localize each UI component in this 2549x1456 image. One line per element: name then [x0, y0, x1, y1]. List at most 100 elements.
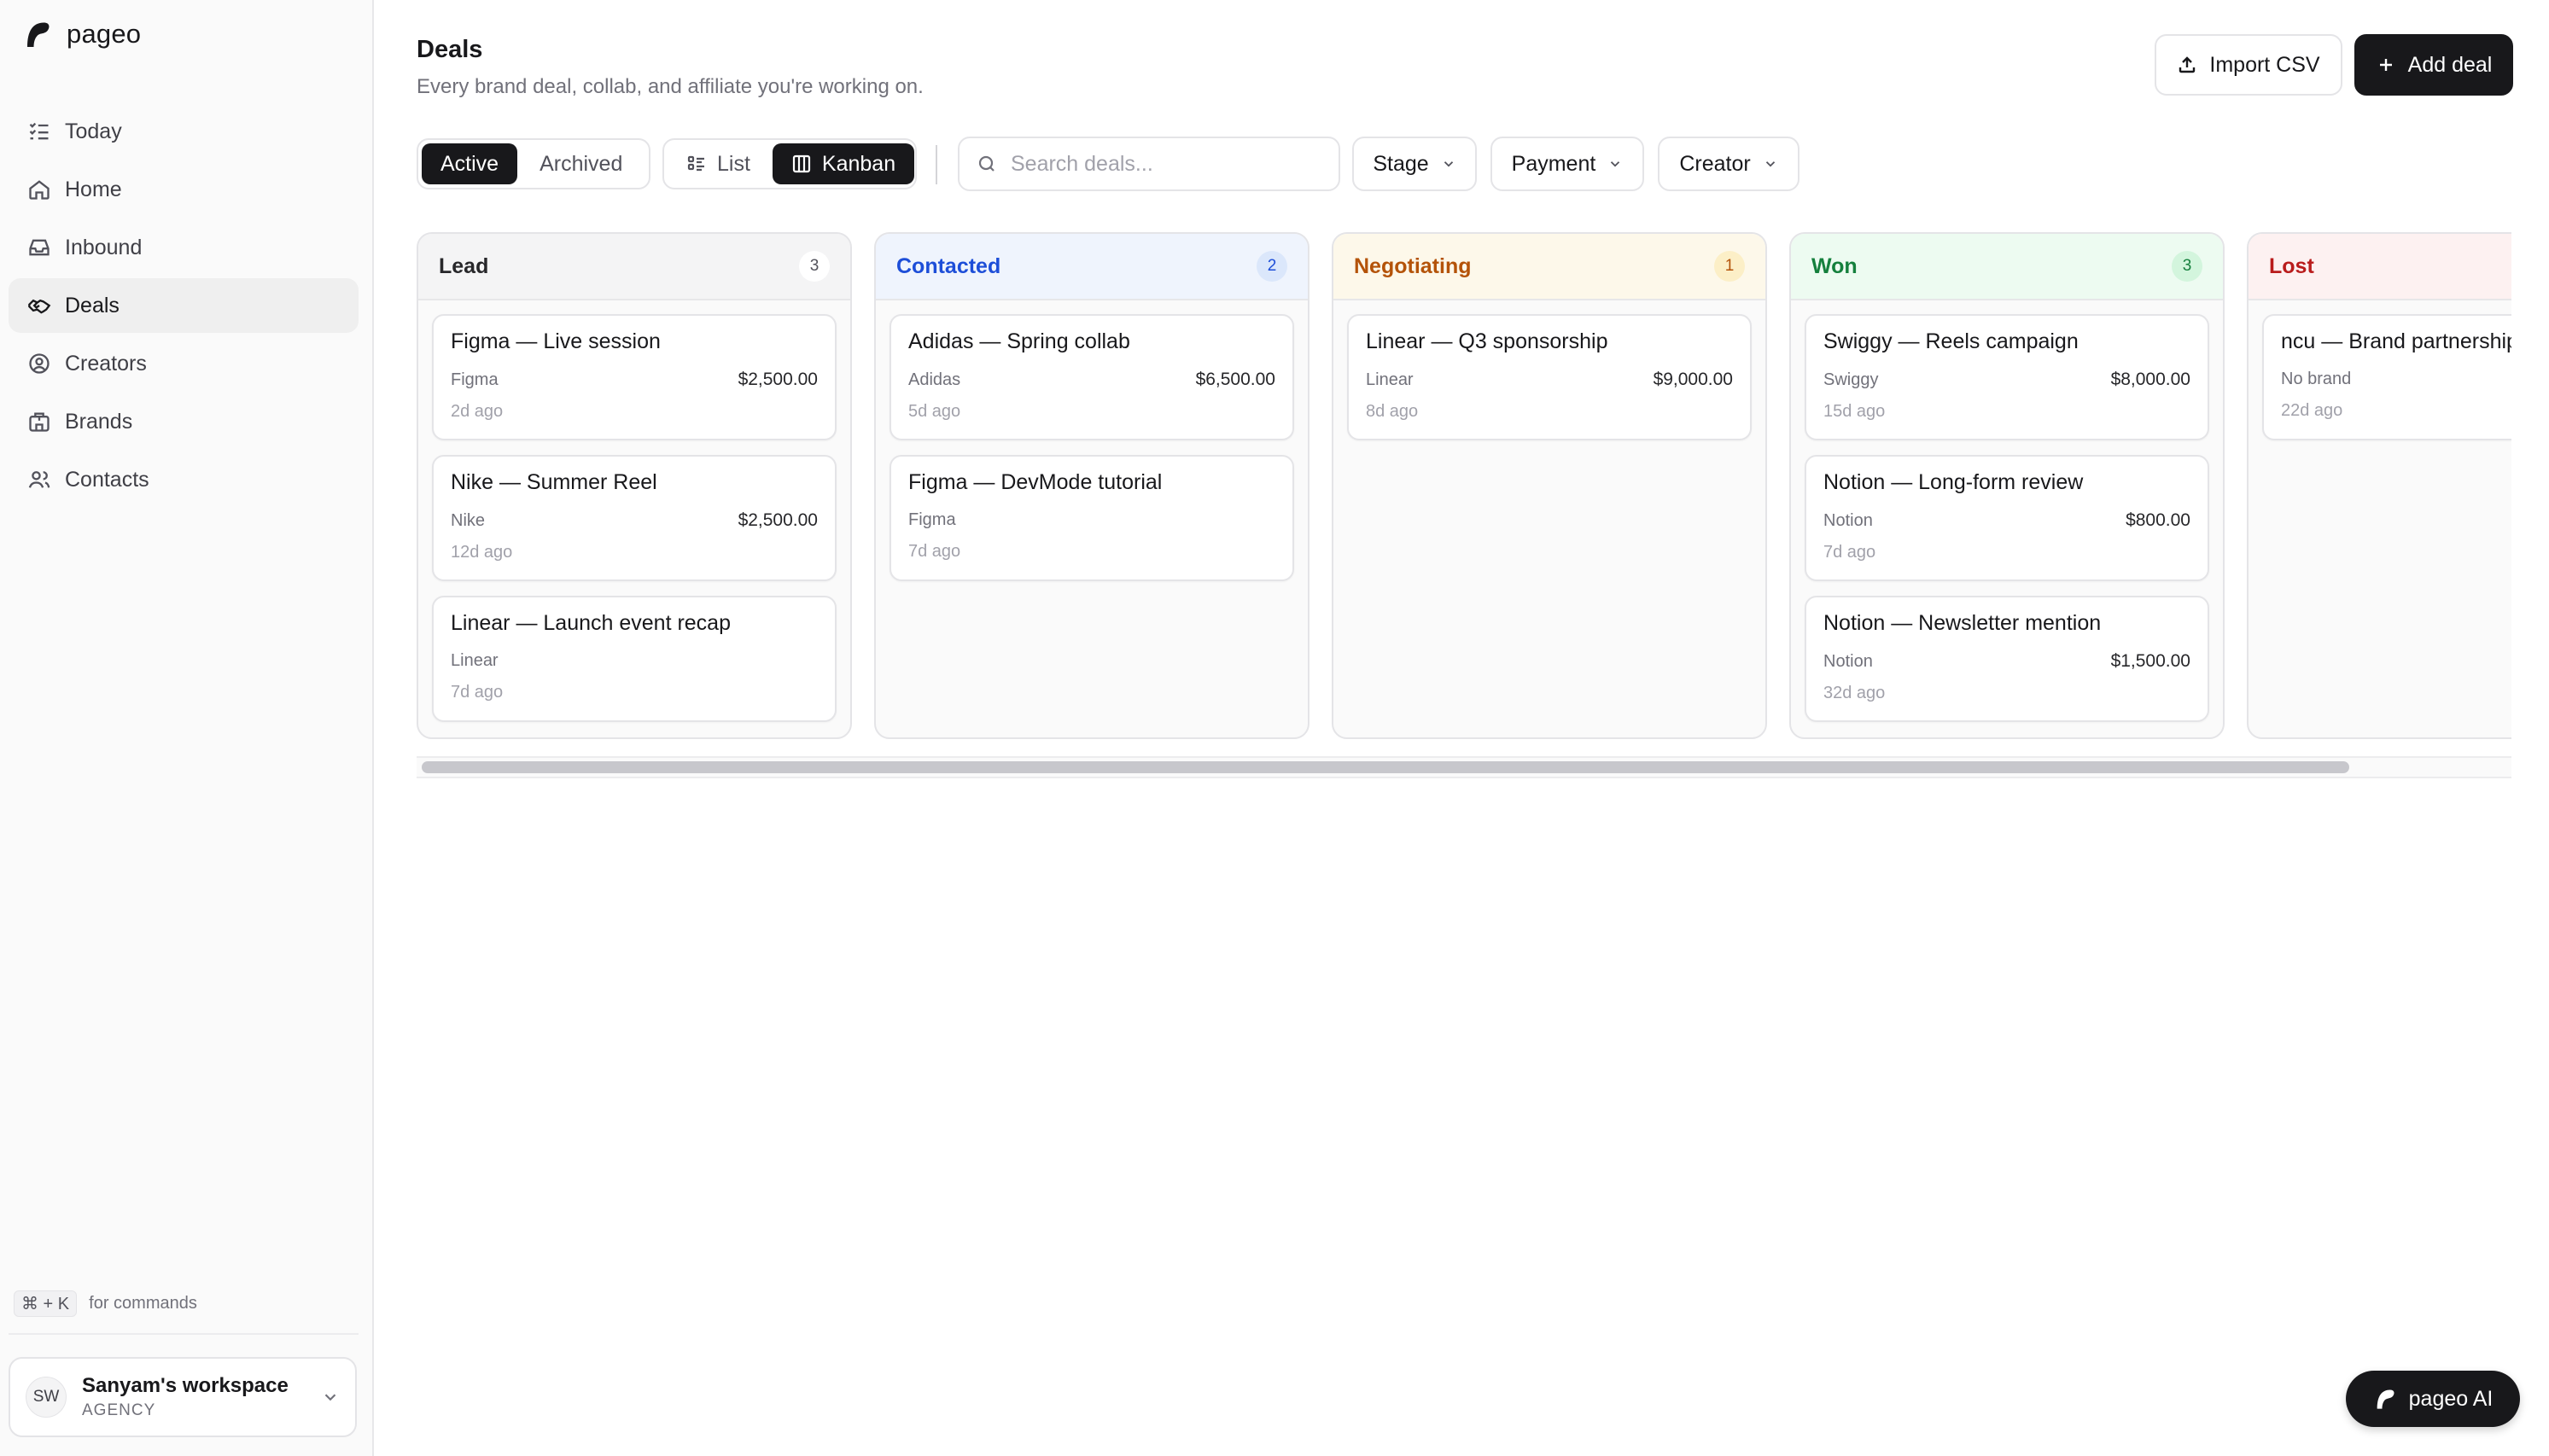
- sidebar-item-contacts[interactable]: Contacts: [9, 452, 359, 507]
- workspace-name: Sanyam's workspace: [82, 1374, 289, 1397]
- workspace-switcher[interactable]: SW Sanyam's workspace AGENCY: [9, 1357, 357, 1437]
- search-input[interactable]: [1009, 150, 1320, 178]
- handshake-icon: [28, 299, 51, 314]
- filter-payment[interactable]: Payment: [1490, 137, 1644, 191]
- pageo-ai-button[interactable]: pageo AI: [2346, 1371, 2520, 1427]
- deal-age: 15d ago: [1823, 402, 1886, 421]
- add-deal-button[interactable]: Add deal: [2354, 34, 2513, 96]
- deal-card[interactable]: Figma — DevMode tutorial Figma 7d ago: [890, 455, 1294, 581]
- deal-title: ncu — Brand partnership: [2281, 329, 2511, 353]
- sidebar-item-label: Deals: [65, 293, 120, 317]
- deal-card[interactable]: Nike — Summer Reel Nike $2,500.00 12d ago: [432, 455, 837, 581]
- filter-stage[interactable]: Stage: [1352, 137, 1477, 191]
- tab-kanban[interactable]: Kanban: [772, 143, 915, 184]
- horizontal-scrollbar[interactable]: [417, 756, 2511, 778]
- column-count-badge: 2: [1257, 251, 1287, 282]
- sidebar-item-label: Inbound: [65, 235, 143, 259]
- deal-card[interactable]: Notion — Long-form review Notion $800.00 …: [1805, 455, 2209, 581]
- sidebar-item-home[interactable]: Home: [9, 162, 359, 217]
- workspace-role: AGENCY: [82, 1401, 156, 1419]
- deal-card[interactable]: ncu — Brand partnership No brand 22d ago: [2262, 314, 2511, 440]
- scrollbar-thumb[interactable]: [422, 761, 2349, 773]
- tab-active[interactable]: Active: [422, 143, 518, 184]
- deal-amount: $8,000.00: [2110, 370, 2190, 389]
- kanban-column-lead: Lead 3 Figma — Live session Figma $2,500.…: [417, 232, 852, 739]
- view-tabs: List Kanban: [662, 138, 917, 189]
- sidebar-item-brands[interactable]: Brands: [9, 394, 359, 449]
- deal-title: Figma — DevMode tutorial: [908, 470, 1163, 494]
- deal-brand: Nike: [451, 510, 486, 530]
- column-title: Lead: [439, 253, 489, 278]
- column-count-badge: 3: [799, 251, 830, 282]
- search-icon: [978, 155, 995, 172]
- deal-card[interactable]: Figma — Live session Figma $2,500.00 2d a…: [432, 314, 837, 440]
- sidebar: pageo Today Home Inbound Deals Creators: [0, 0, 374, 1456]
- user-circle-icon: [29, 353, 50, 374]
- inbox-icon: [29, 239, 50, 256]
- deal-card[interactable]: Linear — Launch event recap Linear 7d ag…: [432, 596, 837, 722]
- deal-age: 7d ago: [908, 542, 961, 561]
- deal-brand: Notion: [1823, 651, 1873, 671]
- deal-brand: Linear: [1366, 370, 1414, 389]
- tab-list[interactable]: List: [668, 143, 769, 184]
- filter-creator[interactable]: Creator: [1658, 137, 1799, 191]
- kanban-board: Lead 3 Figma — Live session Figma $2,500.…: [417, 232, 2511, 778]
- sidebar-item-creators[interactable]: Creators: [9, 336, 359, 391]
- list-checks-icon: [29, 122, 49, 140]
- deal-card[interactable]: Adidas — Spring collab Adidas $6,500.00 5…: [890, 314, 1294, 440]
- deal-amount: $2,500.00: [738, 510, 818, 530]
- sidebar-nav: Today Home Inbound Deals Creators Brands: [9, 104, 359, 510]
- kanban-icon: [792, 154, 811, 173]
- deal-age: 32d ago: [1823, 684, 1886, 702]
- tab-archived[interactable]: Archived: [521, 143, 641, 184]
- users-icon: [28, 471, 50, 488]
- deal-brand: Figma: [908, 510, 956, 529]
- deal-title: Notion — Long-form review: [1823, 470, 2084, 494]
- sidebar-item-label: Today: [65, 119, 122, 143]
- column-header: Won 3: [1791, 234, 2223, 300]
- sidebar-item-label: Contacts: [65, 467, 149, 492]
- filter-stage-label: Stage: [1373, 151, 1429, 176]
- app-root: pageo Today Home Inbound Deals Creators: [0, 0, 2549, 1456]
- add-deal-label: Add deal: [2407, 52, 2493, 77]
- deal-amount: $6,500.00: [1195, 370, 1275, 389]
- kanban-column-negotiating: Negotiating 1 Linear — Q3 sponsorship Li…: [1332, 232, 1767, 739]
- search-box[interactable]: [958, 137, 1340, 191]
- sidebar-divider: [9, 1333, 359, 1335]
- upload-icon: [2179, 56, 2196, 73]
- kanban-column-won: Won 3 Swiggy — Reels campaign Swiggy $8,0…: [1789, 232, 2225, 739]
- deal-card[interactable]: Swiggy — Reels campaign Swiggy $8,000.00 …: [1805, 314, 2209, 440]
- sidebar-item-today[interactable]: Today: [9, 104, 359, 159]
- column-count-badge: 3: [2172, 251, 2202, 282]
- brand[interactable]: pageo: [22, 19, 141, 50]
- page-subtitle: Every brand deal, collab, and affiliate …: [417, 75, 924, 98]
- deal-amount: $9,000.00: [1653, 370, 1733, 389]
- column-count-badge: 1: [1714, 251, 1745, 282]
- deal-card[interactable]: Linear — Q3 sponsorship Linear $9,000.00 …: [1347, 314, 1752, 440]
- sidebar-item-deals[interactable]: Deals: [9, 278, 359, 333]
- column-header: Contacted 2: [876, 234, 1308, 300]
- filter-payment-label: Payment: [1511, 151, 1596, 176]
- sidebar-item-inbound[interactable]: Inbound: [9, 220, 359, 275]
- deal-title: Adidas — Spring collab: [908, 329, 1130, 353]
- status-tabs: Active Archived: [417, 138, 650, 189]
- deal-title: Swiggy — Reels campaign: [1823, 329, 2079, 353]
- deal-card[interactable]: Notion — Newsletter mention Notion $1,500…: [1805, 596, 2209, 722]
- column-title: Contacted: [896, 253, 1001, 278]
- column-title: Won: [1811, 253, 1858, 278]
- sidebar-item-label: Creators: [65, 351, 147, 376]
- deal-brand: Adidas: [908, 370, 961, 389]
- command-hint: ⌘ + K for commands: [14, 1290, 197, 1317]
- deal-brand: Figma: [451, 370, 499, 389]
- column-header: Lead 3: [418, 234, 850, 300]
- deal-brand: Linear: [451, 651, 499, 670]
- chevron-down-icon: [324, 1394, 336, 1401]
- import-csv-button[interactable]: Import CSV: [2155, 34, 2342, 96]
- deal-title: Notion — Newsletter mention: [1823, 611, 2102, 635]
- plus-icon: [2379, 59, 2392, 71]
- chevron-down-icon: [1765, 161, 1775, 167]
- deal-age: 12d ago: [451, 543, 513, 562]
- deal-amount: $1,500.00: [2110, 651, 2190, 671]
- app-name: pageo: [67, 19, 142, 49]
- deal-title: Figma — Live session: [451, 329, 661, 353]
